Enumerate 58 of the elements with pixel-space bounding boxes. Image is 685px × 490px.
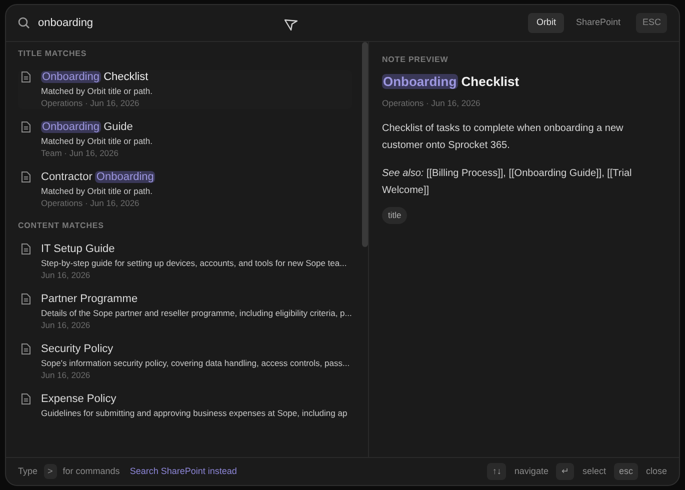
scope-tab[interactable]: Orbit xyxy=(528,13,564,33)
document-icon xyxy=(20,243,32,255)
tag-chip[interactable]: title xyxy=(382,207,408,224)
result-item[interactable]: Expense Policy Guidelines for submitting and approving business expenses at Sope, including ap xyxy=(18,392,352,419)
document-icon xyxy=(20,393,32,405)
note-title: Onboarding Guide xyxy=(41,120,134,134)
result-meta: Jun 16, 2026 xyxy=(41,269,92,281)
result-meta: Jun 16, 2026 xyxy=(41,319,92,331)
note-paragraph: See also: [[Billing Process]], [[Onboarding Guide]], [[Trial Welcome]] xyxy=(382,167,633,198)
section-heading: NOTE PREVIEW xyxy=(382,54,450,66)
note-title: Partner Programme xyxy=(41,292,139,306)
document-icon xyxy=(20,293,32,305)
shortcut-label: select xyxy=(582,464,606,478)
section-heading: TITLE MATCHES xyxy=(18,48,88,60)
note-paragraph: Checklist of tasks to complete when onboarding a new customer onto Sprocket 365. xyxy=(382,122,624,154)
key-cap: esc xyxy=(614,462,638,480)
result-snippet: Guidelines for submitting and approving business expenses at Sope, including ap xyxy=(41,407,348,419)
result-meta: Operations · Jun 16, 2026 xyxy=(41,97,140,109)
escape-key[interactable]: ESC xyxy=(636,13,667,33)
result-item[interactable]: IT Setup Guide Step-by-step guide for setting up devices, accounts, and tools for new Sope tea... Jun 16, 2026 xyxy=(18,242,352,281)
result-item[interactable]: Partner Programme Details of the Sope partner and reseller programme, including eligibility criteria, p... Jun 16, 2026 xyxy=(18,292,352,331)
result-item[interactable]: Contractor Onboarding Matched by Orbit title or path. Operations · Jun 16, 2026 xyxy=(18,170,352,209)
result-snippet: Matched by Orbit title or path. xyxy=(41,135,152,147)
result-snippet: Details of the Sope partner and reseller programme, including eligibility criteria, p... xyxy=(41,307,352,319)
pointer-icon xyxy=(284,18,298,32)
note-title: Contractor Onboarding xyxy=(41,170,155,184)
sharepoint-link[interactable]: Search SharePoint instead xyxy=(130,464,237,478)
result-meta: Operations · Jun 16, 2026 xyxy=(41,197,140,209)
result-snippet: Sope's information security policy, covering data handling, access controls, pass... xyxy=(41,357,350,369)
key-cap: > xyxy=(44,464,57,480)
search-field[interactable]: onboarding xyxy=(38,14,258,32)
note-title: Security Policy xyxy=(41,342,114,356)
hint-text: for commands xyxy=(62,464,120,478)
result-item[interactable]: Onboarding Guide Matched by Orbit title or path. Team · Jun 16, 2026 xyxy=(18,120,352,159)
section-heading: CONTENT MATCHES xyxy=(18,220,105,232)
key-cap: ↵ xyxy=(556,462,574,480)
shortcut-label: navigate xyxy=(514,464,548,478)
result-meta: Jun 16, 2026 xyxy=(41,369,92,381)
shortcut-label: close xyxy=(646,464,667,478)
scope-tab[interactable]: SharePoint xyxy=(568,13,628,33)
document-icon xyxy=(20,171,32,183)
note-title: IT Setup Guide xyxy=(41,242,116,256)
note-meta: Operations · Jun 16, 2026 xyxy=(382,96,482,110)
result-snippet: Step-by-step guide for setting up devices, accounts, and tools for new Sope tea... xyxy=(41,257,347,269)
result-snippet: Matched by Orbit title or path. xyxy=(41,185,154,197)
scrollbar[interactable] xyxy=(362,42,368,247)
hint-text: Type xyxy=(18,464,38,478)
note-title: Onboarding Checklist xyxy=(41,70,150,84)
key-cap: ↑↓ xyxy=(487,462,506,480)
document-icon xyxy=(20,71,32,83)
result-item[interactable]: Security Policy Sope's information security policy, covering data handling, access controls, pass... Jun 16, 2026 xyxy=(18,342,352,381)
document-icon xyxy=(20,343,32,355)
note-title: Onboarding Checklist xyxy=(382,73,520,91)
result-snippet: Matched by Orbit title or path. xyxy=(41,85,152,97)
result-meta: Team · Jun 16, 2026 xyxy=(41,147,120,159)
search-icon xyxy=(18,17,30,29)
document-icon xyxy=(20,121,32,133)
note-title: Expense Policy xyxy=(41,392,118,406)
